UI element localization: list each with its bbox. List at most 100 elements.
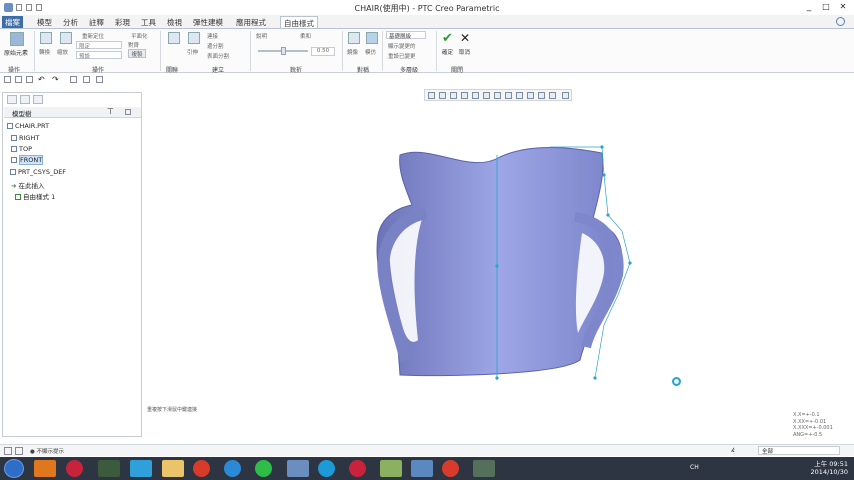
app-icon[interactable] [98,460,120,477]
close-window-icon[interactable] [96,76,103,83]
mirror-icon[interactable] [348,32,360,44]
tree-item-csys[interactable]: PRT_CSYS_DEF [10,168,66,176]
transform-icon[interactable] [40,32,52,44]
redo-icon[interactable]: ↷ [52,75,59,84]
scale-button[interactable]: 縮放 [57,48,68,56]
face-split-button[interactable]: 表面分割 [207,52,229,60]
favorites-tab-icon[interactable] [33,95,43,104]
extrude-icon[interactable] [188,32,200,44]
mode-button[interactable]: 模仿 [365,48,376,56]
spin-center-icon[interactable] [538,92,545,99]
tree-item-front[interactable]: FRONT [11,155,44,165]
ok-button[interactable]: 確定 [442,48,453,56]
tab-file[interactable]: 檔案 [2,16,23,28]
preset-dropdown[interactable]: 預設 [76,51,122,60]
reorient-icon[interactable] [472,92,479,99]
undo-icon[interactable]: ↶ [38,75,45,84]
help-icon[interactable] [836,17,845,26]
ie-icon[interactable] [224,460,241,477]
annotation-display-icon[interactable] [549,92,556,99]
primitive-icon[interactable] [10,32,24,46]
tab-model[interactable]: 模型 [34,16,55,28]
explorer-icon[interactable] [162,460,184,477]
tree-item-insert-here[interactable]: ➔ 在此插入 [11,180,44,190]
itunes-icon[interactable] [349,460,366,477]
duplicate-button[interactable]: 複製 [128,49,146,58]
scale-icon[interactable] [60,32,72,44]
datum-display-icon[interactable] [527,92,534,99]
zoom-in-icon[interactable] [439,92,446,99]
mirror-button[interactable]: 鏡像 [347,48,358,56]
chrome-icon[interactable] [193,460,210,477]
app-icon[interactable] [287,460,309,477]
level-dropdown[interactable]: 基礎層級 [386,31,426,40]
itunes-icon[interactable] [66,460,83,477]
tree-item-top[interactable]: TOP [11,145,32,153]
maximize-button[interactable]: □ [819,2,833,13]
tab-render[interactable]: 彩現 [112,16,133,28]
tab-apps[interactable]: 應用程式 [233,16,269,28]
saved-views-icon[interactable] [483,92,490,99]
perspective-icon[interactable] [505,92,512,99]
scale-2-icon[interactable] [168,32,180,44]
regenerate-icon[interactable] [70,76,77,83]
sharpen-option[interactable]: 銳明 [256,32,267,40]
soften-option[interactable]: 柔和 [300,32,311,40]
new-file-icon[interactable] [4,76,11,83]
tab-flexible[interactable]: 彈性建模 [190,16,226,28]
open-file-icon[interactable] [15,76,22,83]
creo-icon[interactable] [380,460,402,477]
windows-icon[interactable] [83,76,90,83]
minimize-button[interactable]: _ [802,2,816,13]
align-button[interactable]: 對齊 [128,41,139,49]
start-icon[interactable] [4,459,24,478]
browser-toggle-icon[interactable] [15,447,23,455]
cancel-icon[interactable]: ✕ [460,31,470,45]
tree-settings-icon[interactable] [125,109,131,115]
start-button[interactable]: 原始元素 [4,48,28,57]
model-tree-tab-icon[interactable] [7,95,17,104]
extrude-button[interactable]: 引伸 [187,48,198,56]
mimic-icon[interactable] [366,32,378,44]
scope-dropdown[interactable]: 限定 [76,41,122,50]
control-point[interactable] [495,376,499,380]
line-icon[interactable] [255,460,272,477]
system-clock[interactable]: 上午 09:51 2014/10/30 [811,460,848,476]
skype-icon[interactable] [318,460,335,477]
folder-tab-icon[interactable] [20,95,30,104]
cage-display-icon[interactable] [562,92,569,99]
ok-icon[interactable]: ✔ [442,31,453,46]
repaint-icon[interactable] [461,92,468,99]
section-icon[interactable] [516,92,523,99]
outlook-icon[interactable] [34,460,56,477]
rebind-button[interactable]: 重新定位 [82,32,104,40]
cancel-button[interactable]: 取消 [459,48,470,56]
tab-analysis[interactable]: 分析 [60,16,81,28]
tab-annotate[interactable]: 註釋 [86,16,107,28]
sharpness-value[interactable]: 0.50 [311,47,335,56]
panel-toggle-icon[interactable] [4,447,12,455]
filter-dropdown[interactable]: 全部 [758,446,840,455]
merge-button[interactable]: 連接 [207,32,218,40]
planar-button[interactable]: 平面化 [131,32,148,40]
tab-freestyle[interactable]: 自由樣式 [280,16,318,28]
control-point[interactable] [495,264,499,268]
tab-view[interactable]: 檢視 [164,16,185,28]
reset-changes-button[interactable]: 重設已變更 [388,52,416,60]
tree-item-right[interactable]: RIGHT [11,134,39,142]
tab-tools[interactable]: 工具 [138,16,159,28]
close-button[interactable]: ✕ [836,2,850,13]
display-style-icon[interactable] [494,92,501,99]
select-button[interactable]: 轉換 [39,48,50,56]
save-file-icon[interactable] [26,76,33,83]
show-changes-button[interactable]: 顯示變更的 [388,42,416,50]
sharpness-slider-thumb[interactable] [281,47,286,55]
language-indicator[interactable]: CH [690,464,699,471]
app-icon[interactable] [411,460,433,477]
tree-item-part[interactable]: CHAIR.PRT [7,122,49,130]
zoom-out-icon[interactable] [450,92,457,99]
edge-split-button[interactable]: 邊分割 [207,42,224,50]
find-icon[interactable]: 𝓀 [726,446,740,455]
teamviewer-icon[interactable] [130,460,152,477]
app-icon[interactable] [473,460,495,477]
